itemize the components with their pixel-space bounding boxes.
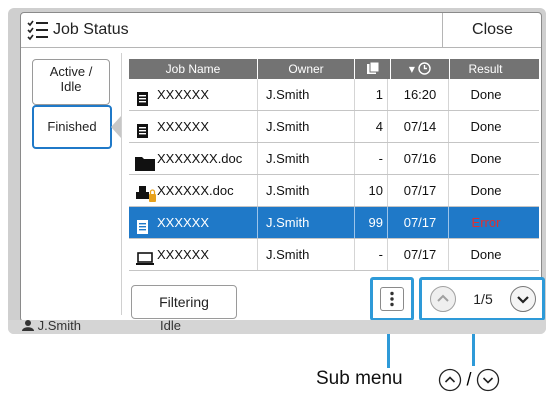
table-row[interactable]: XXXXXX.doc J.Smith 10 07/17 Done — [129, 175, 539, 207]
job-name: XXXXXX — [157, 215, 210, 230]
user-icon — [22, 318, 38, 333]
table-row[interactable]: XXXXXX J.Smith 99 07/17 Error — [129, 207, 539, 239]
circle-chevron-up-icon — [438, 368, 466, 392]
column-job-name[interactable]: Job Name — [129, 59, 258, 79]
job-name-cell: XXXXXX — [129, 79, 258, 110]
job-name-cell: XXXXXX — [129, 239, 258, 270]
table-row[interactable]: XXXXXX J.Smith 1 16:20 Done — [129, 79, 539, 111]
job-status-panel: Job Status Close Active / Idle Finished … — [20, 12, 545, 322]
status-bar-user-name: J.Smith — [37, 318, 81, 333]
submenu-callout-line — [387, 334, 390, 368]
job-copies: 10 — [358, 175, 388, 206]
submenu-button[interactable] — [380, 287, 404, 311]
tab-finished-label: Finished — [47, 119, 97, 134]
page-indicator: 1/5 — [473, 291, 493, 307]
computer-icon — [135, 247, 155, 278]
sort-indicator: ▾ — [408, 62, 415, 76]
device-screen: Job Status Close Active / Idle Finished … — [8, 8, 546, 334]
job-owner: J.Smith — [260, 239, 355, 270]
status-bar — [8, 320, 546, 334]
job-result: Done — [470, 183, 502, 198]
submenu-highlight — [370, 277, 414, 321]
job-owner: J.Smith — [260, 207, 355, 238]
more-vertical-icon — [381, 291, 403, 314]
pagination: 1/5 — [419, 277, 545, 321]
table-row[interactable]: XXXXXX J.Smith 4 07/14 Done — [129, 111, 539, 143]
job-name: XXXXXX — [157, 119, 210, 134]
job-result: Done — [470, 151, 502, 166]
title-bar: Job Status Close — [21, 13, 541, 48]
filtering-button[interactable]: Filtering — [131, 285, 237, 319]
job-name-cell: XXXXXX — [129, 207, 258, 238]
job-name-cell: XXXXXXX.doc — [129, 143, 258, 174]
job-time: 07/17 — [392, 239, 449, 270]
column-copies[interactable] — [355, 59, 391, 79]
chevron-up-icon — [431, 294, 455, 315]
page-up-button[interactable] — [430, 286, 456, 312]
table-row[interactable]: XXXXXXX.doc J.Smith -07/16 Done — [129, 143, 539, 175]
tab-active-idle-label: Active / Idle — [49, 64, 93, 94]
table-header: Job Name Owner ▾ Result — [129, 59, 539, 79]
job-name: XXXXXX — [157, 87, 210, 102]
job-copies: 99 — [358, 207, 388, 238]
job-owner: J.Smith — [260, 143, 355, 174]
job-time: 07/16 — [392, 143, 449, 174]
job-result: Done — [470, 119, 502, 134]
close-button[interactable]: Close — [442, 13, 542, 47]
job-result: Error — [471, 215, 501, 230]
submenu-annotation: Sub menu — [316, 368, 403, 389]
job-owner: J.Smith — [260, 79, 355, 110]
job-table: Job Name Owner ▾ Result XXXXXX J.Smith 1… — [129, 59, 539, 271]
table-row[interactable]: XXXXXX J.Smith -07/17 Done — [129, 239, 539, 271]
job-time: 16:20 — [392, 79, 449, 110]
status-bar-state: Idle — [160, 318, 181, 333]
job-time: 07/14 — [392, 111, 449, 142]
job-owner: J.Smith — [260, 175, 355, 206]
copies-icon — [366, 61, 380, 76]
job-copies: 1 — [358, 79, 388, 110]
job-name-cell: XXXXXX — [129, 111, 258, 142]
job-list-icon — [27, 19, 49, 46]
selected-tab-pointer — [111, 116, 121, 138]
job-name: XXXXXX — [157, 247, 210, 262]
column-owner[interactable]: Owner — [258, 59, 355, 79]
job-time: 07/17 — [392, 207, 449, 238]
chevron-down-icon — [511, 296, 535, 315]
page-down-button[interactable] — [510, 286, 536, 312]
job-owner: J.Smith — [260, 111, 355, 142]
pager-annotation: / — [438, 368, 500, 394]
sidebar-divider — [121, 53, 122, 315]
circle-chevron-down-icon — [471, 368, 500, 392]
job-copies: 4 — [358, 111, 388, 142]
job-time: 07/17 — [392, 175, 449, 206]
page-title: Job Status — [53, 21, 129, 38]
tab-finished[interactable]: Finished — [32, 105, 112, 149]
column-result[interactable]: Result — [450, 59, 521, 79]
job-name: XXXXXXX.doc — [157, 151, 243, 166]
job-copies: - — [358, 143, 388, 174]
job-name-cell: XXXXXX.doc — [129, 175, 258, 206]
column-time[interactable]: ▾ — [391, 59, 450, 79]
job-name: XXXXXX.doc — [157, 183, 234, 198]
status-bar-user: J.Smith — [22, 318, 81, 333]
pager-callout-line — [472, 334, 475, 366]
job-result: Done — [470, 87, 502, 102]
table-body: XXXXXX J.Smith 1 16:20 Done XXXXXX J.Smith 4 07/… — [129, 79, 539, 271]
job-copies: - — [358, 239, 388, 270]
job-result: Done — [470, 247, 502, 262]
clock-icon — [418, 62, 431, 76]
tab-active-idle[interactable]: Active / Idle — [32, 59, 110, 105]
